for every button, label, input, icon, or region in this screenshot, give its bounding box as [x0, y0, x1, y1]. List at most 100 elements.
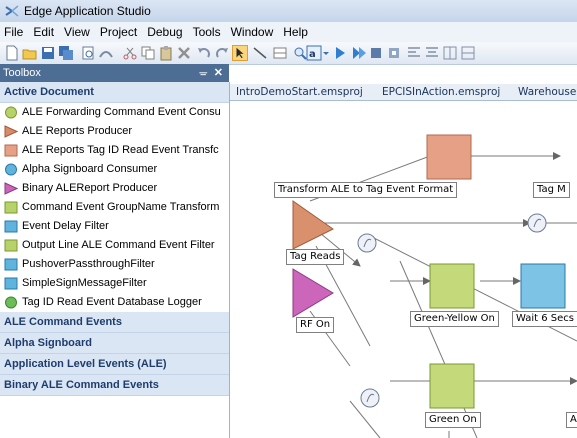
green-on-node-icon[interactable] — [429, 363, 475, 409]
node-label-wait[interactable]: Wait 6 Secs — [512, 311, 577, 327]
toolbox-item[interactable]: ALE Forwarding Command Event Consu — [0, 103, 229, 122]
timer-icon[interactable] — [360, 388, 380, 408]
toolbox-item[interactable]: Alpha Signboard Consumer — [0, 160, 229, 179]
tab-epcisinaction[interactable]: EPCISInAction.emsproj — [382, 84, 500, 100]
close-icon[interactable]: ✕ — [214, 64, 223, 82]
blue-square-icon — [4, 220, 18, 233]
toolbox-item-label: PushoverPassthroughFilter — [22, 258, 155, 270]
menu-debug[interactable]: Debug — [142, 22, 187, 42]
wait-node-icon[interactable] — [520, 263, 566, 309]
toolbox-item-label: Command Event GroupName Transform — [22, 201, 220, 213]
node-label-rf-on[interactable]: RF On — [296, 317, 335, 333]
open-folder-icon[interactable] — [22, 45, 38, 61]
toolbox-item-label: ALE Forwarding Command Event Consu — [22, 106, 221, 118]
toolbox-item-label: ALE Reports Tag ID Read Event Transfc — [22, 144, 219, 156]
toolbox-panel: Active Document ALE Forwarding Command E… — [0, 82, 230, 438]
toolbox-item[interactable]: SimpleSignMessageFilter — [0, 274, 229, 293]
app-logo-icon — [5, 5, 19, 17]
paste-icon[interactable] — [158, 45, 174, 61]
node-label-green-yellow[interactable]: Green-Yellow On — [410, 311, 499, 327]
redo-icon[interactable] — [214, 45, 230, 61]
toolbox-item[interactable]: Output Line ALE Command Event Filter — [0, 236, 229, 255]
toolbox-item[interactable]: PushoverPassthroughFilter — [0, 255, 229, 274]
node-label-a-partial[interactable]: A — [566, 412, 577, 428]
properties-icon[interactable] — [98, 45, 114, 61]
menu-project[interactable]: Project — [95, 22, 142, 42]
menu-view[interactable]: View — [59, 22, 95, 42]
align-left-icon[interactable] — [406, 45, 422, 61]
menu-file[interactable]: File — [0, 22, 28, 42]
green-square-icon — [4, 201, 18, 214]
svg-text:a: a — [309, 49, 316, 60]
blue-square-icon — [4, 258, 18, 271]
timer-icon[interactable] — [527, 213, 547, 233]
tab-warehouse[interactable]: Warehouse.ems — [518, 84, 577, 100]
save-icon[interactable] — [40, 45, 56, 61]
category-application-level-events[interactable]: Application Level Events (ALE) — [0, 354, 229, 375]
toolbox-item-label: SimpleSignMessageFilter — [22, 277, 147, 289]
pointer-tool-icon[interactable] — [232, 45, 248, 61]
toolbox-title: Toolbox — [3, 67, 41, 79]
category-alpha-signboard[interactable]: Alpha Signboard — [0, 333, 229, 354]
salmon-square-icon — [4, 144, 18, 157]
align-center-icon[interactable] — [424, 45, 440, 61]
text-format-icon[interactable]: a — [306, 45, 330, 61]
menu-window[interactable]: Window — [226, 22, 279, 42]
menu-tools[interactable]: Tools — [188, 22, 226, 42]
run-icon[interactable] — [332, 45, 348, 61]
timer-icon[interactable] — [357, 233, 377, 253]
toolbox-item[interactable]: Command Event GroupName Transform — [0, 198, 229, 217]
undo-icon[interactable] — [196, 45, 212, 61]
tag-reads-node-icon[interactable] — [292, 200, 334, 250]
delete-icon[interactable] — [176, 45, 192, 61]
menu-help[interactable]: Help — [278, 22, 313, 42]
pink-triangle-icon — [4, 182, 18, 195]
distribute-icon[interactable] — [460, 45, 476, 61]
toolbox-item-label: Alpha Signboard Consumer — [22, 163, 158, 175]
connector-tool-icon[interactable] — [252, 45, 268, 61]
tab-introdemostart[interactable]: IntroDemoStart.emsproj — [236, 84, 363, 100]
category-binary-ale-command-events[interactable]: Binary ALE Command Events — [0, 375, 229, 396]
node-label-tag-reads[interactable]: Tag Reads — [286, 249, 345, 265]
toolbar: a — [0, 42, 577, 65]
new-file-icon[interactable] — [4, 45, 20, 61]
toolbox-item[interactable]: Event Delay Filter — [0, 217, 229, 236]
cut-icon[interactable] — [122, 45, 138, 61]
align-right-icon[interactable] — [442, 45, 458, 61]
toolbox-item-label: ALE Reports Producer — [22, 125, 133, 137]
toolbox-item[interactable]: Binary ALEReport Producer — [0, 179, 229, 198]
green-yellow-node-icon[interactable] — [429, 263, 475, 309]
green-circle-icon — [5, 296, 17, 309]
blue-square-icon — [4, 277, 18, 290]
toolbox-item-label: Binary ALEReport Producer — [22, 182, 158, 194]
document-tabs: IntroDemoStart.emsproj EPCISInAction.ems… — [230, 84, 577, 101]
toolbox-item[interactable]: ALE Reports Tag ID Read Event Transfc — [0, 141, 229, 160]
node-label-green-on[interactable]: Green On — [425, 412, 481, 428]
rf-on-node-icon[interactable] — [292, 268, 334, 318]
print-preview-icon[interactable] — [80, 45, 96, 61]
green-circle-icon — [5, 106, 17, 119]
window-title: Edge Application Studio — [24, 4, 151, 18]
category-ale-command-events[interactable]: ALE Command Events — [0, 312, 229, 333]
stop-icon[interactable] — [368, 45, 384, 61]
menu-bar: File Edit View Project Debug Tools Window Help — [0, 22, 577, 42]
save-all-icon[interactable] — [58, 45, 74, 61]
green-square-icon — [4, 239, 18, 252]
toolbox-item-label: Event Delay Filter — [22, 220, 109, 232]
menu-edit[interactable]: Edit — [28, 22, 59, 42]
pin-icon[interactable]: ᚚ — [199, 64, 207, 82]
toolbox-item-label: Output Line ALE Command Event Filter — [22, 239, 215, 251]
record-icon[interactable] — [386, 45, 402, 61]
title-bar: Edge Application Studio — [0, 0, 577, 22]
toolbox-item[interactable]: Tag ID Read Event Database Logger — [0, 293, 229, 312]
grid-icon[interactable] — [272, 45, 288, 61]
transform-node-icon[interactable] — [426, 134, 472, 180]
node-label-tag-partial[interactable]: Tag M — [533, 182, 570, 198]
toolbox-item-label: Tag ID Read Event Database Logger — [22, 296, 202, 308]
diagram-canvas[interactable]: Transform ALE to Tag Event Format Tag M … — [230, 101, 577, 438]
toolbox-item[interactable]: ALE Reports Producer — [0, 122, 229, 141]
copy-icon[interactable] — [140, 45, 156, 61]
step-icon[interactable] — [350, 45, 366, 61]
node-label-transform[interactable]: Transform ALE to Tag Event Format — [274, 182, 458, 198]
category-active-document[interactable]: Active Document — [0, 82, 229, 103]
